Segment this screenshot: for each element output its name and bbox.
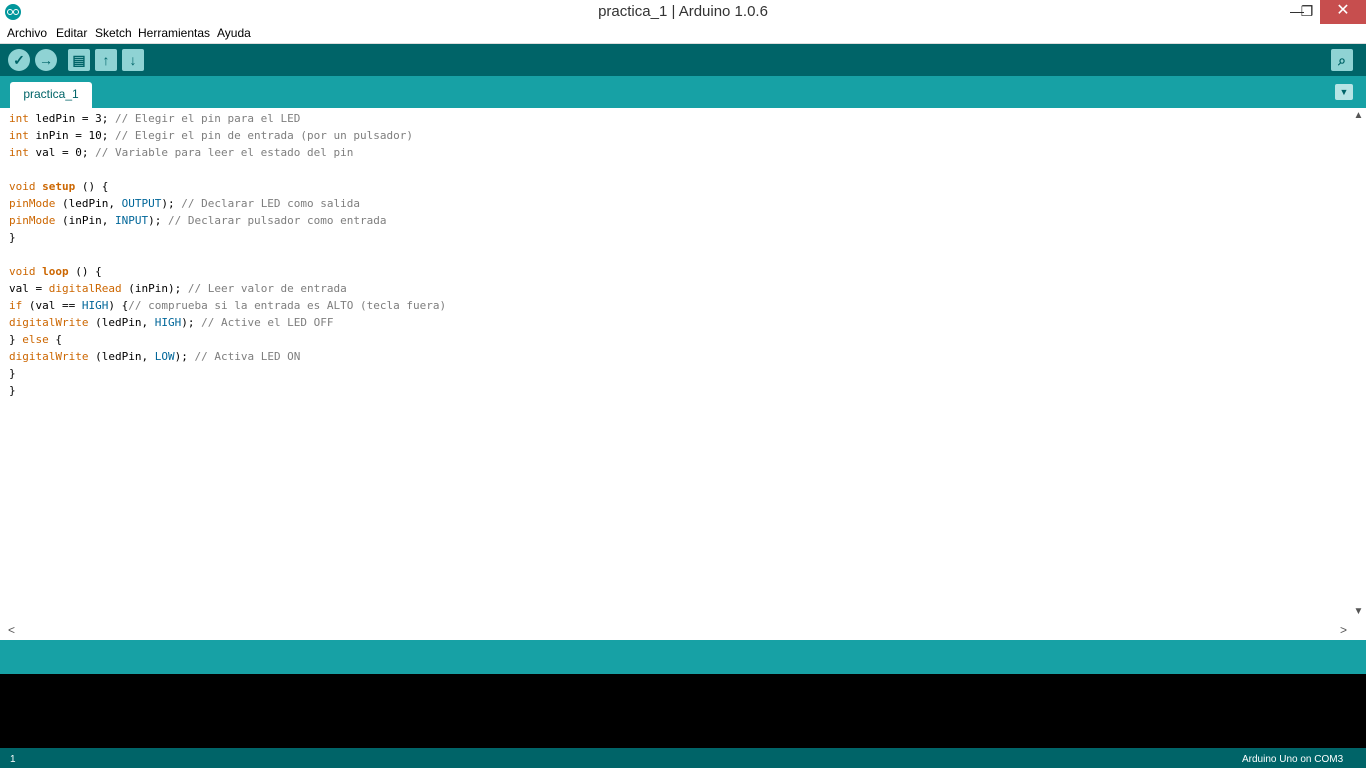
code-token: // Activa LED ON [194,350,301,363]
code-token: HIGH [154,316,182,329]
console-output[interactable] [0,674,1366,748]
code-token: // Variable para leer el estado del pin [95,146,354,159]
scroll-left-icon[interactable]: < [8,623,15,638]
menu-archivo[interactable]: Archivo [7,26,47,40]
vertical-scrollbar[interactable]: ▲ ▼ [1351,108,1366,623]
open-sketch-button[interactable]: ↑ [95,49,117,71]
menu-herramientas[interactable]: Herramientas [138,26,210,40]
tab-menu-chevron-down-icon[interactable]: ▼ [1335,84,1353,100]
code-token: INPUT [114,214,149,227]
menu-ayuda[interactable]: Ayuda [217,26,251,40]
code-token: void [9,180,36,193]
footer-status: 1 Arduino Uno on COM3 [0,748,1366,768]
code-token: digitalRead [48,282,122,295]
code-token: // Leer valor de entrada [187,282,347,295]
code-line[interactable]: } [9,229,446,246]
code-token: (inPin, [55,214,115,227]
message-area [0,640,1366,674]
code-token: () { [68,265,102,278]
code-token: LOW [154,350,175,363]
scroll-up-icon[interactable]: ▲ [1351,110,1366,121]
code-token: (ledPin, [88,350,155,363]
code-token: } [9,367,16,380]
board-port-label: Arduino Uno on COM3 [1242,754,1344,765]
toolbar: ✓ → ▤ ↑ ↓ ⌕ [0,44,1366,76]
code-token: (ledPin, [88,316,155,329]
code-line[interactable] [9,246,446,263]
code-line[interactable]: int inPin = 10; // Elegir el pin de entr… [9,127,446,144]
code-token: digitalWrite [9,316,89,329]
code-token: () { [75,180,109,193]
tab-bar: practica_1 ▼ [0,76,1366,108]
code-token: ); [181,316,202,329]
code-token: { [48,333,62,346]
code-token: ); [174,350,195,363]
code-token: val = [9,282,49,295]
code-line[interactable]: void loop () { [9,263,446,280]
code-editor[interactable]: int ledPin = 3; // Elegir el pin para el… [3,108,1351,623]
code-line[interactable]: digitalWrite (ledPin, HIGH); // Active e… [9,314,446,331]
code-token: val = 0; [28,146,96,159]
code-line[interactable]: } [9,382,446,399]
code-token: OUTPUT [121,197,162,210]
window-title: practica_1 | Arduino 1.0.6 [598,3,768,20]
code-line[interactable] [9,161,446,178]
code-token: inPin = 10; [28,129,115,142]
code-token: HIGH [81,299,109,312]
code-line[interactable]: } [9,365,446,382]
close-button[interactable]: ✕ [1320,0,1366,24]
code-token: pinMode [9,197,56,210]
serial-monitor-button[interactable]: ⌕ [1331,49,1353,71]
upload-button[interactable]: → [35,49,57,71]
menu-bar: Archivo Editar Sketch Herramientas Ayuda [0,24,1366,44]
code-token: // Declarar LED como salida [181,197,361,210]
code-token: } [9,231,16,244]
code-token: if [9,299,23,312]
code-token: void [9,265,36,278]
code-line[interactable]: pinMode (inPin, INPUT); // Declarar puls… [9,212,446,229]
code-line[interactable]: pinMode (ledPin, OUTPUT); // Declarar LE… [9,195,446,212]
code-line[interactable]: } else { [9,331,446,348]
code-token: // Declarar pulsador como entrada [167,214,387,227]
menu-editar[interactable]: Editar [56,26,87,40]
code-token: // Elegir el pin de entrada (por un puls… [114,129,413,142]
code-line[interactable]: if (val == HIGH) {// comprueba si la ent… [9,297,446,314]
horizontal-scrollbar[interactable]: < > [3,623,1351,638]
code-token: digitalWrite [9,350,89,363]
code-token: int [9,112,29,125]
code-token: int [9,129,29,142]
code-token: // comprueba si la entrada es ALTO (tecl… [128,299,447,312]
code-line[interactable]: digitalWrite (ledPin, LOW); // Activa LE… [9,348,446,365]
scroll-right-icon[interactable]: > [1340,623,1347,638]
code-text[interactable]: int ledPin = 3; // Elegir el pin para el… [9,110,446,399]
code-token: else [22,333,49,346]
code-line[interactable]: int ledPin = 3; // Elegir el pin para el… [9,110,446,127]
code-line[interactable]: int val = 0; // Variable para leer el es… [9,144,446,161]
code-token: // Elegir el pin para el LED [114,112,301,125]
code-token: ledPin = 3; [28,112,115,125]
code-token: (ledPin, [55,197,122,210]
title-bar: practica_1 | Arduino 1.0.6 — ❐ ✕ [0,0,1366,24]
line-number: 1 [10,754,16,765]
code-token: pinMode [9,214,56,227]
code-token: (val == [22,299,82,312]
code-token: } [9,333,23,346]
code-line[interactable]: val = digitalRead (inPin); // Leer valor… [9,280,446,297]
code-token: ); [148,214,168,227]
code-token: loop [42,265,69,278]
code-token: } [9,384,16,397]
save-sketch-button[interactable]: ↓ [122,49,144,71]
code-token: setup [42,180,76,193]
code-token: int [9,146,29,159]
code-token: ) { [108,299,129,312]
menu-sketch[interactable]: Sketch [95,26,132,40]
scroll-down-icon[interactable]: ▼ [1351,606,1366,617]
code-token: (inPin); [121,282,188,295]
verify-button[interactable]: ✓ [8,49,30,71]
code-line[interactable]: void setup () { [9,178,446,195]
tab-practica-1[interactable]: practica_1 [10,82,92,108]
new-sketch-button[interactable]: ▤ [68,49,90,71]
code-token: // Active el LED OFF [201,316,334,329]
code-token: ); [161,197,182,210]
